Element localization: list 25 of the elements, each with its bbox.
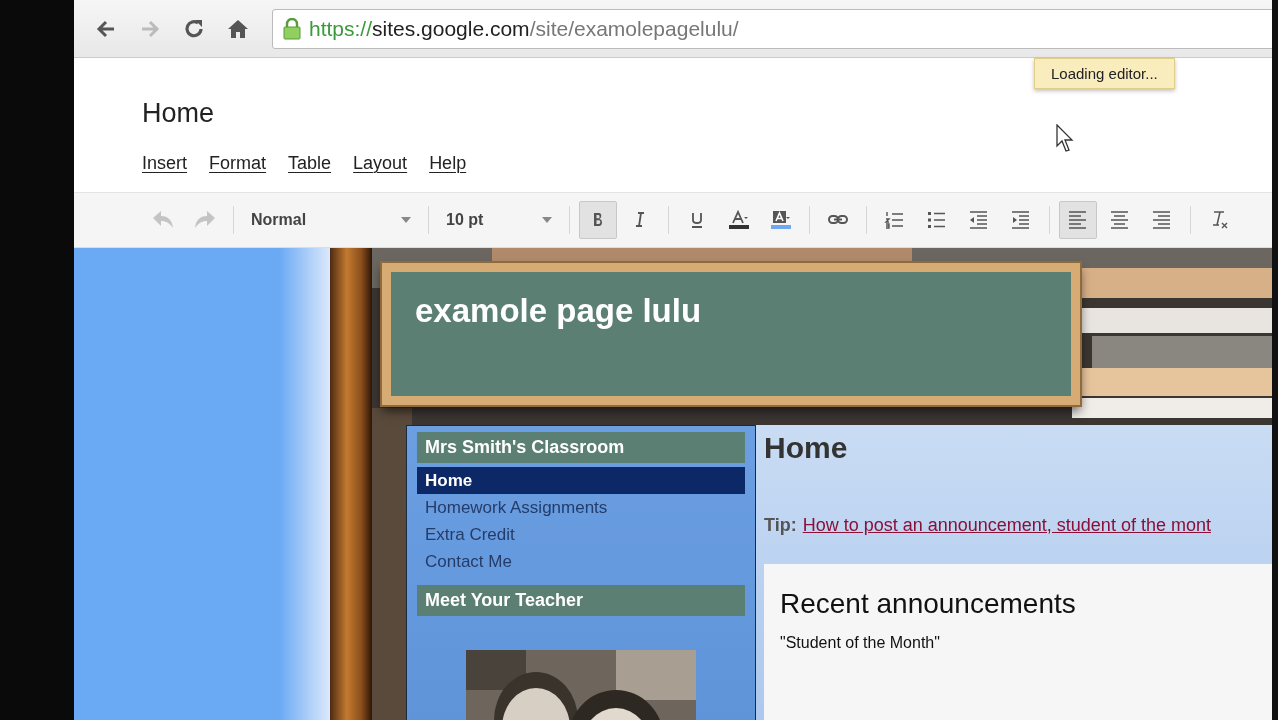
- menu-item[interactable]: Insert: [142, 153, 188, 174]
- align-right-icon: [1151, 209, 1173, 231]
- outdent-icon: [968, 209, 990, 231]
- menu-item[interactable]: Layout: [353, 153, 408, 174]
- text-color-icon: [728, 209, 750, 231]
- caret-icon: [401, 217, 411, 223]
- align-left-icon: [1067, 209, 1089, 231]
- style-dropdown[interactable]: Normal: [243, 203, 419, 237]
- numbered-list-icon: [884, 209, 906, 231]
- indent-icon: [1010, 209, 1032, 231]
- align-center-icon: [1109, 209, 1131, 231]
- caret-icon: [542, 217, 552, 223]
- page-title: Home: [142, 98, 216, 129]
- font-size-dropdown[interactable]: 10 pt: [438, 203, 560, 237]
- highlight-icon: [770, 209, 792, 231]
- bold-button[interactable]: [579, 201, 617, 239]
- loading-toast: Loading editor...: [1034, 58, 1175, 89]
- mouse-pointer-icon: [1056, 124, 1076, 154]
- bulleted-list-icon: [926, 209, 948, 231]
- menu-item[interactable]: Format: [209, 153, 267, 174]
- align-left-button[interactable]: [1059, 201, 1097, 239]
- menu-item[interactable]: Help: [429, 153, 467, 174]
- address-bar[interactable]: https://sites.google.com/site/examolepagelulu/: [272, 8, 1272, 49]
- menu-item[interactable]: Table: [288, 153, 332, 174]
- lock-icon: [283, 17, 301, 40]
